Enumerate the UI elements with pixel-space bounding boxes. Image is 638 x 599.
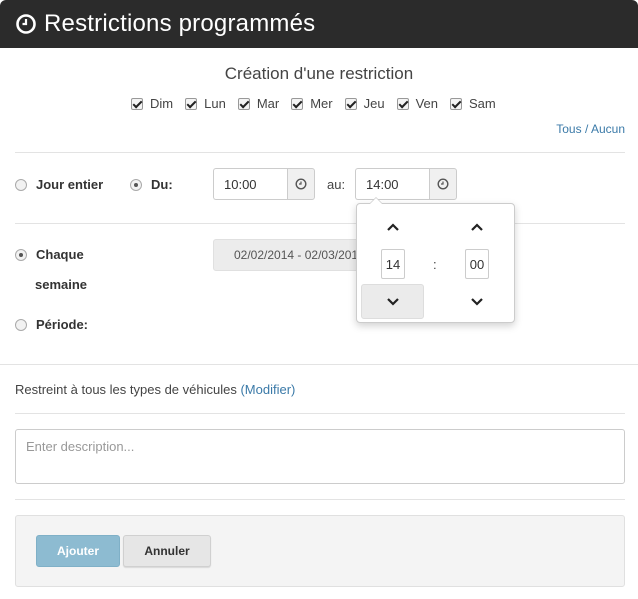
chevron-down-icon[interactable] [386,297,400,307]
clock-icon[interactable] [429,168,457,200]
day-label: Jeu [363,96,385,111]
clock-icon[interactable] [287,168,315,200]
time-separator: : [433,257,437,272]
radio-button[interactable] [15,178,27,191]
day-label: Mar [256,96,280,111]
time-from-input[interactable]: 10:00 [213,168,287,200]
day-label: Ven [415,96,438,111]
checkbox[interactable] [131,97,143,110]
hour-input[interactable]: 14 [381,249,405,279]
checkbox[interactable] [291,97,304,110]
minute-input[interactable]: 00 [465,249,489,279]
day-checkbox-dim[interactable]: Dim [131,96,173,111]
radio-label: Jour entier [36,177,104,192]
vehicle-restriction-text: Restreint à tous les types de véhicules … [15,382,295,397]
modal-title: Restrictions programmés [44,10,316,37]
date-range-input[interactable]: 02/02/2014 - 02/03/2014 [213,239,363,271]
chevron-up-icon[interactable] [470,222,484,232]
day-checkbox-mar[interactable]: Mar [237,96,280,111]
form-actions: Ajouter Annuler [15,515,625,587]
select-all-none: Tous / Aucun [556,122,625,136]
radio-jour-entier[interactable]: Jour entier [15,177,103,192]
radio-button[interactable] [15,318,27,331]
modal-header: Restrictions programmés [0,0,638,48]
checkbox[interactable] [396,97,409,110]
radio-button[interactable] [130,178,142,191]
radio-label: Du: [151,177,173,192]
modify-link[interactable]: (Modifier) [240,382,295,397]
checkbox[interactable] [449,97,462,110]
chevron-up-icon[interactable] [386,222,400,232]
radio-label: Période: [36,317,89,332]
form-subtitle: Création d'une restriction [224,64,414,83]
radio-button[interactable] [15,248,27,261]
day-label: Dim [150,96,174,111]
add-button[interactable]: Ajouter [36,535,120,567]
checkbox[interactable] [185,97,198,110]
select-all-link[interactable]: Tous [556,122,581,136]
radio-du[interactable]: Du: [130,177,173,192]
radio-label: semaine [35,277,88,292]
day-checkbox-ven[interactable]: Ven [396,96,438,111]
chevron-down-icon[interactable] [470,297,484,307]
clock-icon [16,14,36,34]
timepicker-popup: 14 : 00 [356,197,515,323]
time-to-group: 14:00 [355,168,457,200]
restriction-label: Restreint à tous les types de véhicules [15,382,237,397]
checkbox[interactable] [344,97,357,110]
divider [15,499,625,500]
days-checkbox-group: Dim Lun Mar Mer Jeu Ven Sam [131,96,508,111]
day-checkbox-jeu[interactable]: Jeu [344,96,385,111]
au-label: au: [327,177,346,192]
cancel-button[interactable]: Annuler [123,535,211,567]
select-none-link[interactable]: Aucun [591,122,625,136]
radio-chaque-semaine[interactable]: Chaque [15,247,84,262]
day-checkbox-lun[interactable]: Lun [185,96,226,111]
description-textarea[interactable]: Enter description... [15,429,625,484]
radio-chaque-semaine-label-2: semaine [35,277,87,292]
day-label: Lun [204,96,226,111]
day-label: Mer [310,96,333,111]
link-separator: / [584,122,589,136]
divider [15,413,625,414]
divider [0,364,638,365]
radio-label: Chaque [36,247,84,262]
day-label: Sam [468,96,496,111]
day-checkbox-sam[interactable]: Sam [449,96,496,111]
time-to-input[interactable]: 14:00 [355,168,429,200]
divider [15,223,625,224]
day-checkbox-mer[interactable]: Mer [291,96,333,111]
time-from-group: 10:00 [213,168,315,200]
checkbox[interactable] [237,97,250,110]
radio-periode[interactable]: Période: [15,317,88,332]
divider [15,152,625,153]
